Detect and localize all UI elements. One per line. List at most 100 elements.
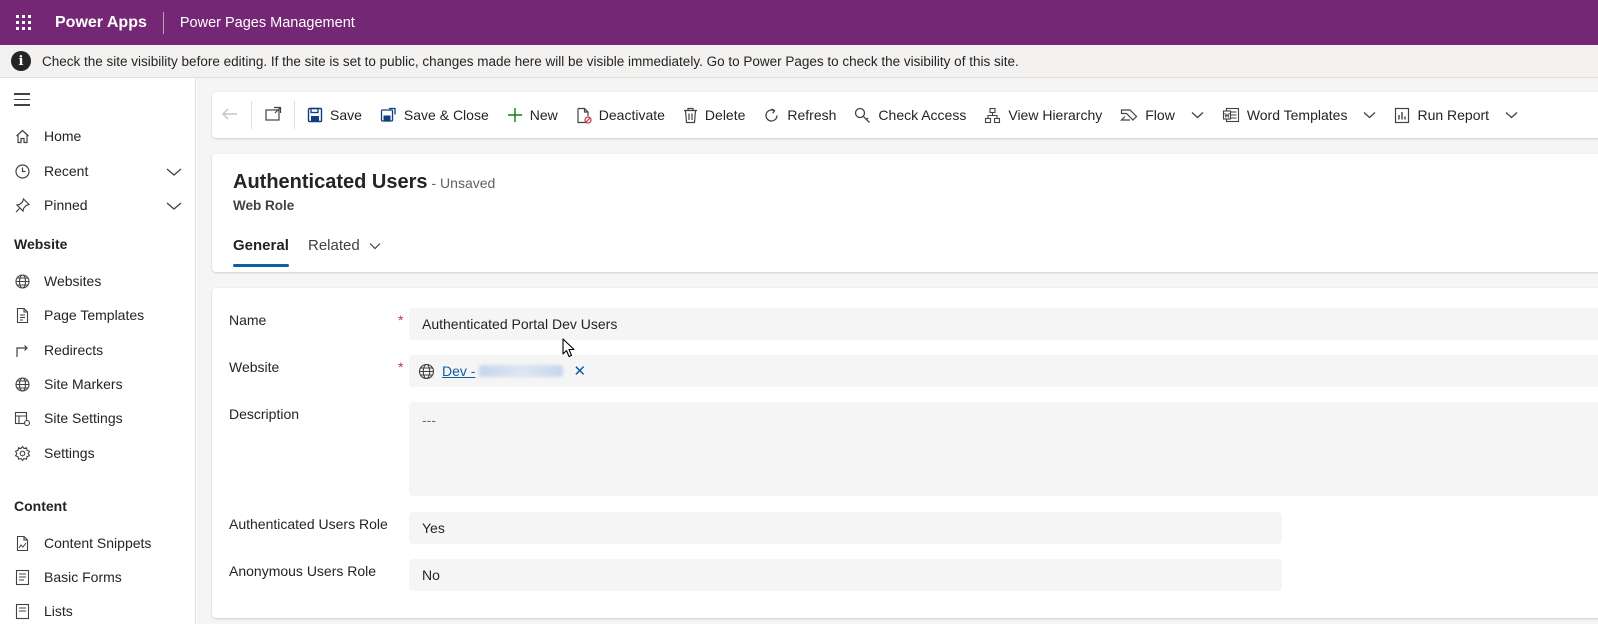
auth-role-field[interactable]: Yes: [409, 512, 1282, 544]
record-title-text: Authenticated Users: [233, 171, 428, 193]
save-button[interactable]: Save: [298, 92, 371, 138]
sidebar-item-recent[interactable]: Recent: [0, 154, 195, 188]
sidebar-item-label: Settings: [44, 445, 95, 461]
description-field[interactable]: ---: [409, 402, 1598, 496]
open-in-window-icon: [264, 106, 282, 125]
command-bar: Save Save & Close New Deactivate Delete …: [212, 92, 1598, 138]
globe-icon: [13, 375, 31, 393]
sidebar-item-pinned[interactable]: Pinned: [0, 188, 195, 222]
sidebar-item-label: Site Settings: [44, 410, 123, 426]
open-new-window-button[interactable]: [255, 92, 291, 138]
notification-bar: i Check the site visibility before editi…: [0, 45, 1598, 78]
website-value: Dev -: [442, 363, 476, 379]
sidebar-item-label: Content Snippets: [44, 535, 152, 551]
report-icon: [1395, 107, 1410, 123]
save-close-icon: [380, 107, 396, 122]
settings-table-icon: [13, 409, 31, 427]
brand-name[interactable]: Power Apps: [46, 14, 163, 32]
check-access-label: Check Access: [878, 107, 967, 123]
deactivate-icon: [577, 107, 592, 124]
sidebar-item-label: Site Markers: [44, 376, 123, 392]
form-icon: [13, 568, 31, 586]
command-divider: [294, 101, 295, 129]
sidebar-item-content-snippets[interactable]: Content Snippets: [0, 526, 195, 560]
run-report-label: Run Report: [1417, 107, 1490, 123]
run-report-button[interactable]: Run Report: [1385, 92, 1527, 138]
sidebar-item-settings[interactable]: Settings: [0, 436, 195, 470]
main-area: Save Save & Close New Deactivate Delete …: [197, 78, 1598, 624]
name-value: Authenticated Portal Dev Users: [422, 316, 618, 332]
word-template-icon: [1222, 107, 1239, 123]
hierarchy-icon: [985, 107, 1001, 123]
chevron-down-icon: [1505, 112, 1518, 119]
back-button[interactable]: [212, 92, 248, 138]
chevron-down-icon[interactable]: [166, 164, 182, 180]
hamburger-menu-icon[interactable]: [14, 93, 30, 110]
auth-role-value: Yes: [422, 520, 445, 536]
unsaved-status: - Unsaved: [431, 175, 496, 191]
record-title: Authenticated Users - Unsaved: [233, 171, 495, 194]
website-label: Website: [229, 359, 280, 375]
globe-icon: [13, 272, 31, 290]
notification-text: Check the site visibility before editing…: [42, 53, 1019, 69]
new-button[interactable]: New: [498, 92, 567, 138]
sidebar-item-label: Lists: [44, 603, 73, 619]
deactivate-label: Deactivate: [598, 107, 665, 123]
sidebar-item-websites[interactable]: Websites: [0, 264, 195, 298]
command-divider: [251, 101, 252, 129]
flow-label: Flow: [1145, 107, 1175, 123]
deactivate-button[interactable]: Deactivate: [567, 92, 674, 138]
top-app-bar: Power Apps Power Pages Management: [0, 0, 1598, 45]
sidebar-item-label: Page Templates: [44, 307, 145, 323]
flow-icon: [1120, 109, 1138, 121]
app-launcher-button[interactable]: [0, 0, 46, 45]
sidebar-item-label: Pinned: [44, 197, 88, 213]
tab-general[interactable]: General: [233, 237, 289, 254]
sidebar-item-lists[interactable]: Lists: [0, 594, 195, 624]
auth-role-label: Authenticated Users Role: [229, 516, 388, 532]
gear-icon: [13, 444, 31, 462]
save-close-button[interactable]: Save & Close: [371, 92, 498, 138]
flow-button[interactable]: Flow: [1111, 92, 1213, 138]
name-field[interactable]: Authenticated Portal Dev Users: [409, 308, 1598, 340]
chevron-down-icon[interactable]: [166, 198, 182, 214]
refresh-button[interactable]: Refresh: [754, 92, 845, 138]
word-templates-label: Word Templates: [1246, 107, 1348, 123]
tab-related-label: Related: [308, 237, 360, 254]
list-icon: [13, 602, 31, 620]
refresh-icon: [765, 107, 779, 122]
view-hierarchy-button[interactable]: View Hierarchy: [975, 92, 1111, 138]
plus-icon: [507, 108, 522, 122]
view-hierarchy-label: View Hierarchy: [1008, 107, 1103, 123]
sidebar-item-page-templates[interactable]: Page Templates: [0, 298, 195, 332]
app-name[interactable]: Power Pages Management: [164, 15, 355, 31]
page-icon: [13, 306, 31, 324]
sidebar-item-site-settings[interactable]: Site Settings: [0, 401, 195, 435]
website-lookup-field[interactable]: Dev - ✕: [409, 355, 1598, 387]
sidebar-item-redirects[interactable]: Redirects: [0, 333, 195, 367]
sidebar-item-home[interactable]: Home: [0, 119, 195, 153]
record-header: Authenticated Users - Unsaved Web Role Ge…: [212, 154, 1598, 272]
word-templates-button[interactable]: Word Templates: [1213, 92, 1386, 138]
record-entity-name: Web Role: [233, 198, 295, 213]
sidebar-item-label: Recent: [44, 163, 89, 179]
website-lookup-link[interactable]: Dev -: [442, 363, 564, 379]
anon-role-field[interactable]: No: [409, 559, 1282, 591]
sidebar-item-label: Websites: [44, 273, 102, 289]
sidebar-item-site-markers[interactable]: Site Markers: [0, 367, 195, 401]
active-tab-indicator: [233, 264, 289, 267]
delete-button[interactable]: Delete: [674, 92, 754, 138]
anon-role-label: Anonymous Users Role: [229, 563, 377, 579]
sidebar-item-basic-forms[interactable]: Basic Forms: [0, 560, 195, 594]
check-access-button[interactable]: Check Access: [845, 92, 975, 138]
home-icon: [13, 127, 31, 145]
chevron-down-icon: [1364, 112, 1376, 119]
name-label: Name: [229, 312, 267, 328]
sidebar-item-label: Basic Forms: [44, 569, 122, 585]
required-marker: *: [398, 359, 404, 375]
save-close-label: Save & Close: [403, 107, 489, 123]
remove-lookup-icon[interactable]: ✕: [573, 362, 586, 380]
tab-related[interactable]: Related: [308, 237, 381, 254]
arrow-left-icon: [221, 106, 239, 125]
redacted-text: [479, 365, 564, 377]
